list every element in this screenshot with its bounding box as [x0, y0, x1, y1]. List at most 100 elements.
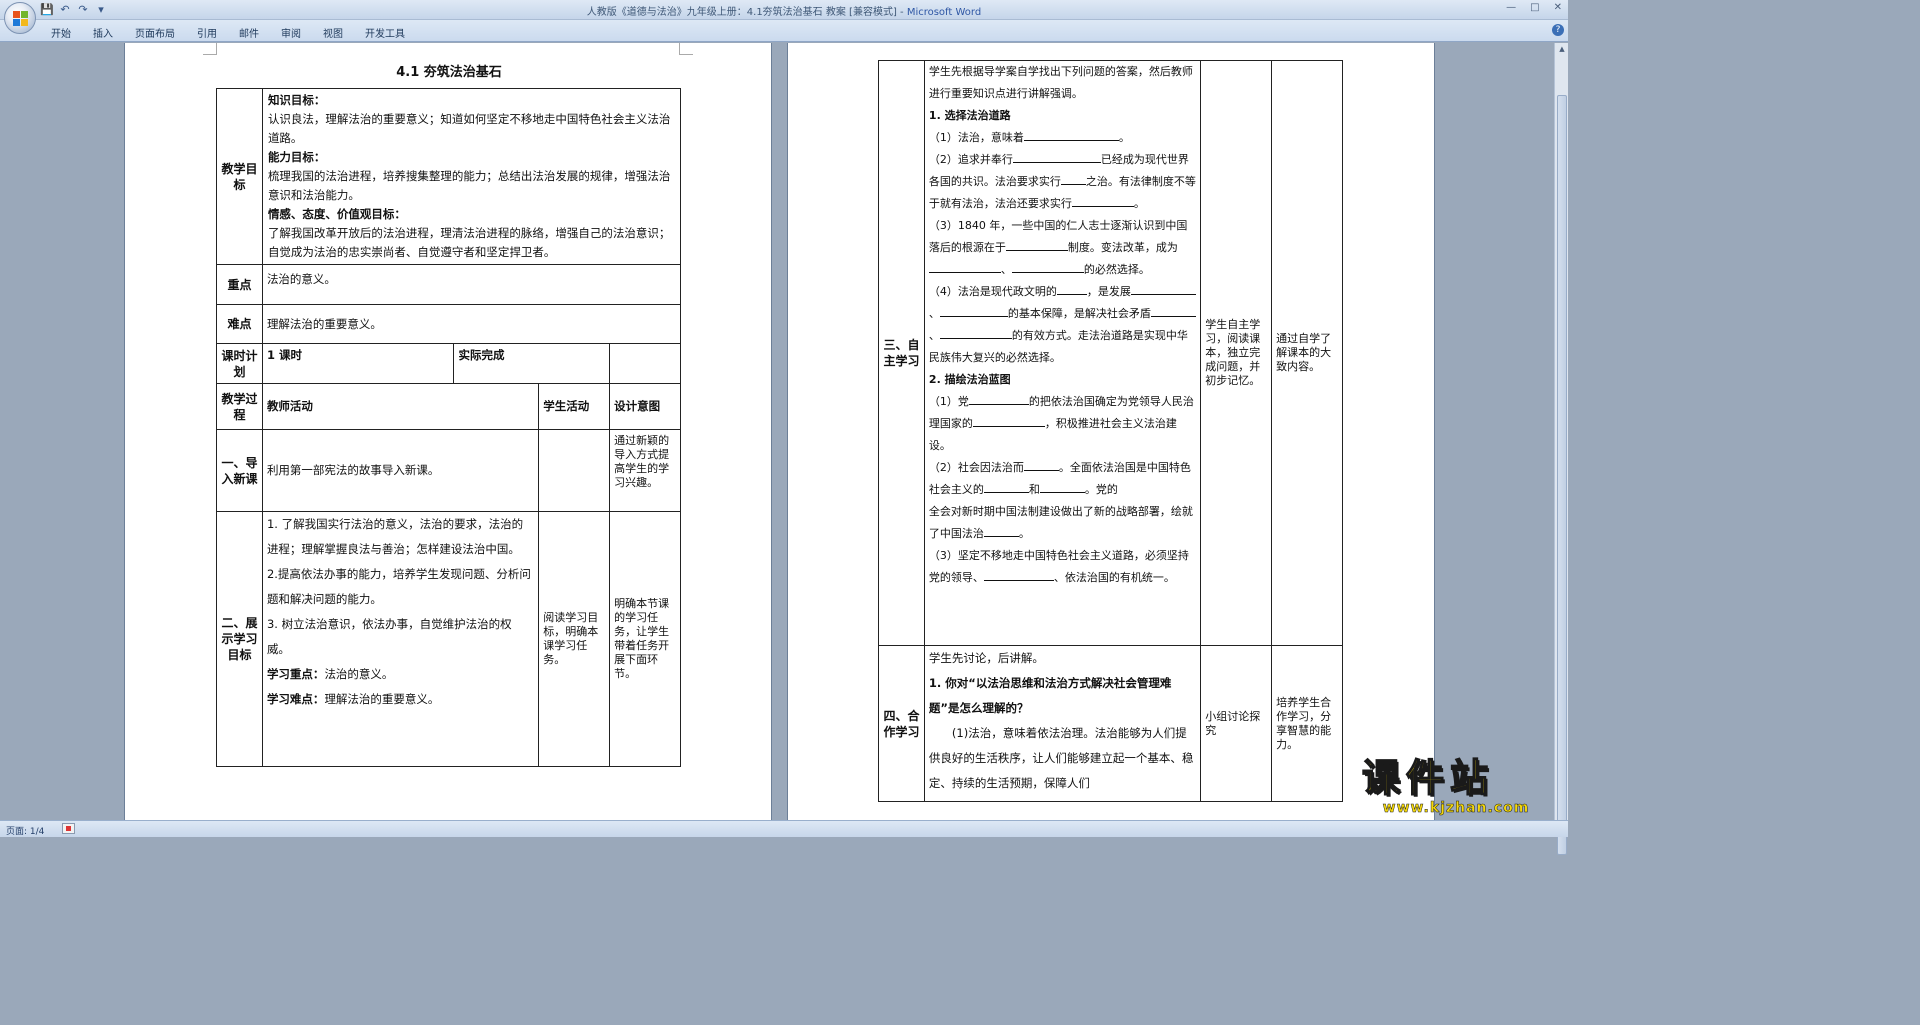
step4-question: 1. 你对“以法治思维和法治方式解决社会管理难题”是怎么理解的？ — [928, 676, 1172, 715]
step3-heading-2: 2. 描绘法治蓝图 — [928, 373, 1011, 386]
margin-corner — [203, 43, 217, 55]
step2-design[interactable]: 明确本节课的学习任务，让学生带着任务开展下面环节。 — [609, 511, 681, 767]
step3-m2: （2）社会因法治而 。全面依法治国是中国特色社会主义的和。党的 全会对新时期中国法制… — [928, 459, 1193, 540]
window-title: 人教版《道德与法治》九年级上册：4.1夯筑法治基石 教案 [兼容模式] - Mi… — [586, 7, 982, 18]
status-bar: 页面: 1/4 — [0, 820, 1568, 837]
step3-intro: 学生先根据导学案自学找出下列问题的答案，然后教师进行重要知识点进行讲解强调。 — [928, 65, 1193, 100]
step3-m3: （3）坚定不移地走中国特色社会主义道路，必须坚持党的领导、 、依法治国的有机统一。 — [928, 549, 1189, 584]
step3-q1: （1）法治，意味着。 — [928, 129, 1130, 144]
customize-qat-icon[interactable]: ▾ — [94, 3, 108, 17]
tab-insert[interactable]: 插入 — [82, 23, 124, 42]
document-page-2: 三、自主学习 学生先根据导学案自学找出下列问题的答案，然后教师进行重要知识点进行… — [787, 43, 1435, 820]
step1-label: 一、导入新课 — [216, 429, 263, 512]
actual-value[interactable] — [609, 343, 681, 384]
document-page-1: 4.1 夯筑法治基石 教学目标 知识目标： 认识良法，理解法治的重要意义；知道如… — [124, 43, 772, 820]
scrollbar-thumb[interactable] — [1557, 95, 1567, 855]
maximize-icon[interactable]: □ — [1530, 2, 1539, 13]
step2-student[interactable]: 阅读学习目标，明确本课学习任务。 — [538, 511, 611, 767]
word-window: 人教版《道德与法治》九年级上册：4.1夯筑法治基石 教案 [兼容模式] - Mi… — [0, 0, 1568, 855]
step3-design[interactable]: 通过自学了解课本的大致内容。 — [1271, 60, 1343, 646]
step3-q3: （3）1840 年，一些中国的仁人志士逐渐认识到中国落后的根源在于 制度。变法改革… — [928, 219, 1188, 276]
close-icon[interactable]: ✕ — [1554, 2, 1562, 13]
help-icon[interactable]: ? — [1552, 24, 1564, 36]
window-controls: — □ ✕ — [1506, 2, 1562, 13]
step4-content[interactable]: 学生先讨论，后讲解。 1. 你对“以法治思维和法治方式解决社会管理难题”是怎么理… — [923, 645, 1202, 802]
tab-home[interactable]: 开始 — [40, 23, 82, 42]
step4-design[interactable]: 培养学生合作学习，分享智慧的能力。 — [1271, 645, 1343, 802]
blank[interactable] — [939, 327, 1012, 339]
step3-m1: （1）党 的把依法治国确定为党领导人民治理国家的 ，积极推进社会主义法治建设。 — [928, 393, 1194, 452]
blank[interactable] — [1039, 481, 1085, 493]
knowledge-goal-text: 认识良法，理解法治的重要意义；知道如何坚定不移地走中国特色社会主义法治道路。 — [267, 112, 671, 145]
attitude-goal-heading: 情感、态度、价值观目标： — [267, 207, 406, 221]
attitude-goal-text: 了解我国改革开放后的法治进程，理清法治进程的脉络，增强自己的法治意识；自觉成为法… — [267, 226, 671, 259]
teacher-activity-header: 教师活动 — [261, 383, 540, 430]
step4-intro: 学生先讨论，后讲解。 — [928, 651, 1044, 665]
step2-teacher[interactable]: 1. 了解我国实行法治的意义，法治的要求，法治的进程；理解掌握良法与善治；怎样建… — [261, 511, 540, 767]
blank[interactable] — [1056, 283, 1087, 295]
blank[interactable] — [1012, 151, 1101, 163]
ability-goal-heading: 能力目标： — [267, 150, 326, 164]
blank[interactable] — [1005, 239, 1068, 251]
blank[interactable] — [1023, 459, 1059, 471]
scroll-up-icon[interactable]: ▲ — [1557, 45, 1567, 55]
tab-mailings[interactable]: 邮件 — [228, 23, 270, 42]
undo-icon[interactable]: ↶ — [58, 3, 72, 17]
difficult-point-label: 难点 — [216, 304, 263, 344]
tab-view[interactable]: 视图 — [312, 23, 354, 42]
step2-difficulty: 学习难点：理解法治的重要意义。 — [266, 692, 440, 706]
watermark-url: www.kjzhan.com — [1382, 800, 1530, 817]
lesson-plan-table-continued: 三、自主学习 学生先根据导学案自学找出下列问题的答案，然后教师进行重要知识点进行… — [878, 60, 1343, 802]
blank[interactable] — [1150, 305, 1196, 317]
step4-student[interactable]: 小组讨论探究 — [1200, 645, 1273, 802]
ribbon-tabs: 开始 插入 页面布局 引用 邮件 审阅 视图 开发工具 — [0, 20, 1568, 42]
blank[interactable] — [1060, 173, 1086, 185]
margin-corner — [679, 43, 693, 55]
step2-label: 二、展示学习目标 — [216, 511, 263, 767]
step2-item-3: 3. 树立法治意识，依法办事，自觉维护法治的权威。 — [266, 617, 512, 656]
step3-q4: （4）法治是现代政文明的 ，是发展、 的基本保障，是解决社会矛盾、 的有效方式。走法治… — [929, 281, 1196, 369]
blank[interactable] — [928, 261, 1001, 273]
office-button[interactable] — [4, 2, 36, 34]
blank[interactable] — [1011, 261, 1084, 273]
tab-page-layout[interactable]: 页面布局 — [124, 23, 186, 42]
goals-cell[interactable]: 知识目标： 认识良法，理解法治的重要意义；知道如何坚定不移地走中国特色社会主义法… — [261, 88, 682, 265]
knowledge-goal-heading: 知识目标： — [267, 93, 326, 107]
blank[interactable] — [983, 525, 1019, 537]
tab-references[interactable]: 引用 — [186, 23, 228, 42]
proofing-icon[interactable] — [62, 823, 75, 834]
key-point-text[interactable]: 法治的意义。 — [261, 264, 682, 305]
tab-developer[interactable]: 开发工具 — [354, 23, 416, 42]
page-indicator[interactable]: 页面: 1/4 — [6, 824, 44, 837]
step1-teacher[interactable]: 利用第一部宪法的故事导入新课。 — [261, 429, 540, 512]
difficult-point-text[interactable]: 理解法治的重要意义。 — [261, 304, 682, 344]
office-logo-icon — [13, 11, 28, 26]
blank[interactable] — [983, 481, 1029, 493]
plan-value[interactable]: 1 课时 — [261, 343, 455, 384]
blank[interactable] — [983, 569, 1054, 581]
save-icon[interactable]: 💾 — [40, 3, 54, 17]
actual-label: 实际完成 — [453, 343, 611, 384]
design-intent-header: 设计意图 — [609, 383, 681, 430]
blank[interactable] — [1130, 283, 1196, 295]
minimize-icon[interactable]: — — [1506, 2, 1516, 13]
key-point-label: 重点 — [216, 264, 263, 305]
quick-access-toolbar: 💾 ↶ ↷ ▾ — [40, 2, 108, 18]
step2-item-2: 2.提高依法办事的能力，培养学生发现问题、分析问题和解决问题的能力。 — [266, 567, 531, 606]
step1-student[interactable] — [538, 429, 611, 512]
vertical-scrollbar[interactable]: ▲ — [1554, 43, 1568, 855]
step3-student[interactable]: 学生自主学习，阅读课本，独立完成问题，并初步记忆。 — [1200, 60, 1273, 646]
document-area: 4.1 夯筑法治基石 教学目标 知识目标： 认识良法，理解法治的重要意义；知道如… — [0, 43, 1554, 820]
blank[interactable] — [939, 305, 1008, 317]
blank[interactable] — [1071, 195, 1134, 207]
student-activity-header: 学生活动 — [538, 383, 611, 430]
blank[interactable] — [1023, 129, 1119, 141]
blank[interactable] — [968, 393, 1029, 405]
tab-review[interactable]: 审阅 — [270, 23, 312, 42]
ability-goal-text: 梳理我国的法治进程，培养搜集整理的能力；总结出法治发展的规律，增强法治意识和法治… — [267, 169, 671, 202]
step3-content[interactable]: 学生先根据导学案自学找出下列问题的答案，然后教师进行重要知识点进行讲解强调。 1… — [923, 60, 1202, 646]
step1-design[interactable]: 通过新颖的导入方式提高学生的学习兴趣。 — [609, 429, 681, 512]
blank[interactable] — [972, 415, 1045, 427]
step2-focus: 学习重点：法治的意义。 — [266, 667, 394, 681]
redo-icon[interactable]: ↷ — [76, 3, 90, 17]
